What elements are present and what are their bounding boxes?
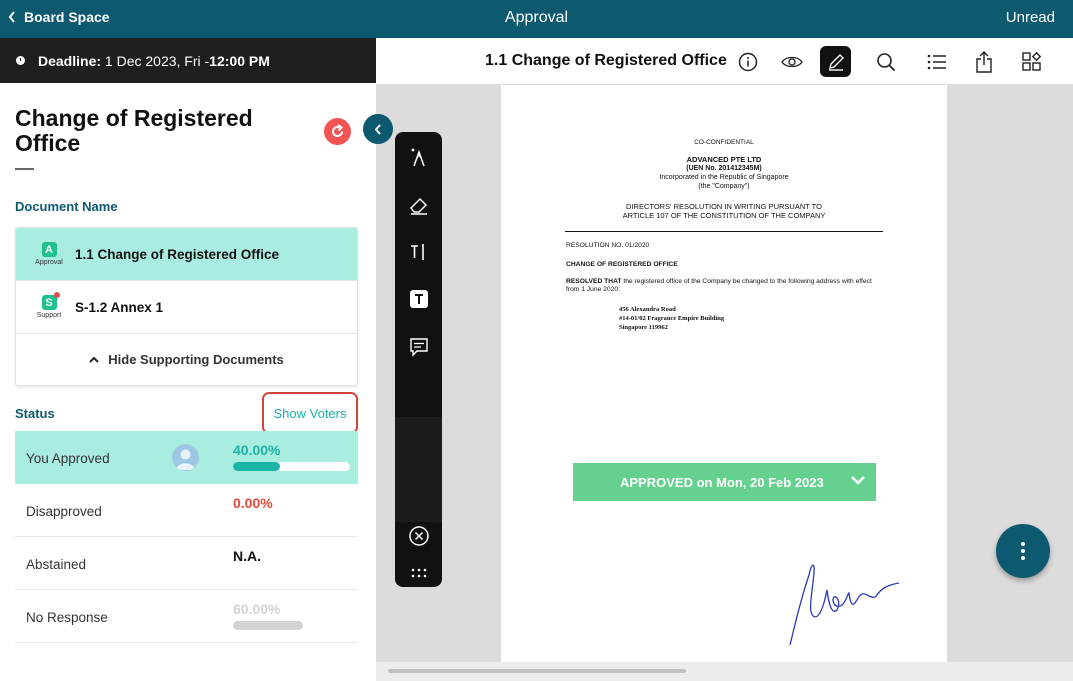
more-actions-button[interactable] bbox=[996, 524, 1050, 578]
list-icon[interactable] bbox=[923, 48, 951, 76]
details-panel: Change of Registered Office Document Nam… bbox=[0, 83, 376, 681]
hide-supporting-documents-button[interactable]: Hide Supporting Documents bbox=[16, 334, 357, 385]
text-box-icon[interactable] bbox=[404, 284, 433, 313]
clock-icon bbox=[16, 56, 25, 65]
resolution-body: RESOLVED THAT the registered office of t… bbox=[566, 278, 886, 294]
apps-icon[interactable] bbox=[1018, 48, 1046, 76]
document-name: S-1.2 Annex 1 bbox=[75, 299, 164, 315]
deadline-date: 1 Dec 2023, Fri - bbox=[104, 52, 210, 69]
status-label-no-response: No Response bbox=[26, 610, 108, 625]
company-name: ADVANCED PTE LTD bbox=[686, 155, 762, 164]
progress-bar-approved bbox=[233, 462, 350, 471]
info-icon[interactable] bbox=[734, 48, 762, 76]
top-bar: Board Space Approval Unread bbox=[0, 0, 1073, 38]
confidential-text: CO-CONFIDENTIAL bbox=[694, 139, 754, 146]
progress-fill-no-response bbox=[233, 621, 303, 630]
signature bbox=[787, 555, 907, 655]
document-title: 1.1 Change of Registered Office bbox=[485, 52, 727, 69]
unread-button[interactable]: Unread bbox=[1006, 9, 1055, 26]
company-uen: (UEN No. 201412345M) bbox=[686, 165, 762, 172]
chevron-left-icon bbox=[8, 11, 15, 23]
status-value-abstained: N.A. bbox=[233, 548, 261, 564]
company-alias: (the "Company") bbox=[698, 183, 750, 190]
chevron-left-icon bbox=[374, 123, 381, 135]
unread-dot-icon bbox=[53, 292, 60, 298]
support-badge-letter: S bbox=[45, 296, 53, 309]
back-button[interactable]: Board Space bbox=[8, 9, 110, 25]
status-value-disapproved: 0.00% bbox=[233, 495, 273, 511]
document-page: CO-CONFIDENTIAL ADVANCED PTE LTD (UEN No… bbox=[501, 85, 947, 662]
more-dots-icon[interactable] bbox=[404, 558, 433, 587]
pen-icon[interactable] bbox=[404, 142, 433, 171]
deadline-label: Deadline: bbox=[38, 52, 102, 69]
page-divider bbox=[565, 231, 883, 232]
share-icon[interactable] bbox=[970, 48, 998, 76]
hide-supporting-label: Hide Supporting Documents bbox=[108, 352, 284, 367]
approval-badge-caption: Approval bbox=[35, 259, 63, 266]
status-row-disapproved: Disapproved 0.00% bbox=[15, 484, 358, 537]
vertical-dots-icon bbox=[1021, 542, 1025, 560]
resolution-number: RESOLUTION NO. 01/2020 bbox=[566, 242, 650, 249]
text-cursor-icon[interactable] bbox=[404, 237, 433, 266]
status-label-disapproved: Disapproved bbox=[26, 504, 102, 519]
annotation-toolbar bbox=[395, 132, 442, 587]
approval-status-banner[interactable]: APPROVED on Mon, 20 Feb 2023 bbox=[573, 463, 876, 501]
progress-fill-approved bbox=[233, 462, 280, 471]
chevron-down-icon bbox=[851, 476, 865, 485]
collapse-panel-button[interactable] bbox=[363, 114, 393, 144]
address-line-2: #14-01/02 Fragrance Empire Building bbox=[619, 315, 725, 322]
new-address: 456 Alexandra Road #14-01/02 Fragrance E… bbox=[619, 305, 724, 332]
toolbar-spacer bbox=[395, 417, 442, 522]
approval-badge: A Approval bbox=[31, 242, 67, 266]
page-title: Approval bbox=[504, 9, 569, 26]
progress-bar-no-response bbox=[233, 621, 303, 630]
address-line-1: 456 Alexandra Road bbox=[619, 306, 676, 313]
company-incorporation: Incorporated in the Republic of Singapor… bbox=[659, 174, 789, 181]
resolved-lead: RESOLVED THAT bbox=[566, 278, 622, 285]
resolution-title-line-2: ARTICLE 107 OF THE CONSTITUTION OF THE C… bbox=[622, 211, 826, 220]
comment-icon[interactable] bbox=[404, 332, 433, 361]
show-voters-button[interactable]: Show Voters bbox=[262, 392, 358, 434]
document-header: 1.1 Change of Registered Office bbox=[376, 38, 1073, 85]
support-badge-caption: Support bbox=[36, 312, 62, 319]
horizontal-scrollbar[interactable] bbox=[376, 662, 1073, 681]
document-viewer[interactable]: CO-CONFIDENTIAL ADVANCED PTE LTD (UEN No… bbox=[376, 85, 1073, 662]
deadline-time: 12:00 PM bbox=[209, 52, 270, 69]
deadline-bar: Deadline: 1 Dec 2023, Fri - 12:00 PM bbox=[0, 38, 376, 83]
resolution-subject: CHANGE OF REGISTERED OFFICE bbox=[566, 261, 678, 268]
status-value-approved: 40.00% bbox=[233, 442, 281, 458]
avatar bbox=[172, 444, 199, 471]
search-icon[interactable] bbox=[872, 48, 900, 76]
document-name: 1.1 Change of Registered Office bbox=[75, 246, 280, 262]
support-doc-icon: S bbox=[41, 292, 60, 310]
eye-icon[interactable] bbox=[778, 48, 806, 76]
approval-status-text: APPROVED on Mon, 20 Feb 2023 bbox=[620, 474, 824, 490]
back-label: Board Space bbox=[24, 9, 110, 25]
refresh-icon bbox=[332, 124, 344, 138]
scrollbar-thumb[interactable] bbox=[388, 669, 686, 673]
status-label-abstained: Abstained bbox=[26, 557, 87, 572]
support-badge: S Support bbox=[31, 292, 67, 319]
eraser-icon[interactable] bbox=[404, 190, 433, 219]
document-item-support[interactable]: S Support S-1.2 Annex 1 bbox=[16, 281, 357, 334]
document-list: A Approval 1.1 Change of Registered Offi… bbox=[15, 227, 358, 386]
status-row-approved: You Approved 40.00% bbox=[15, 431, 358, 484]
status-value-no-response: 60.00% bbox=[233, 601, 281, 617]
refresh-button[interactable] bbox=[324, 118, 351, 145]
close-circle-icon[interactable] bbox=[404, 521, 433, 550]
status-row-no-response: No Response 60.00% bbox=[15, 590, 358, 643]
status-row-abstained: Abstained N.A. bbox=[15, 537, 358, 590]
status-label-approved: You Approved bbox=[26, 451, 110, 466]
annotate-icon[interactable] bbox=[820, 46, 851, 77]
document-name-label: Document Name bbox=[15, 199, 118, 214]
chevron-up-icon bbox=[89, 356, 99, 363]
status-label: Status bbox=[15, 406, 55, 421]
address-line-3: Singapore 119962 bbox=[619, 324, 668, 331]
heading-divider bbox=[15, 168, 34, 170]
agenda-heading: Change of Registered Office bbox=[15, 105, 253, 156]
document-item-approval[interactable]: A Approval 1.1 Change of Registered Offi… bbox=[16, 228, 357, 281]
approval-doc-icon: A bbox=[41, 242, 57, 257]
